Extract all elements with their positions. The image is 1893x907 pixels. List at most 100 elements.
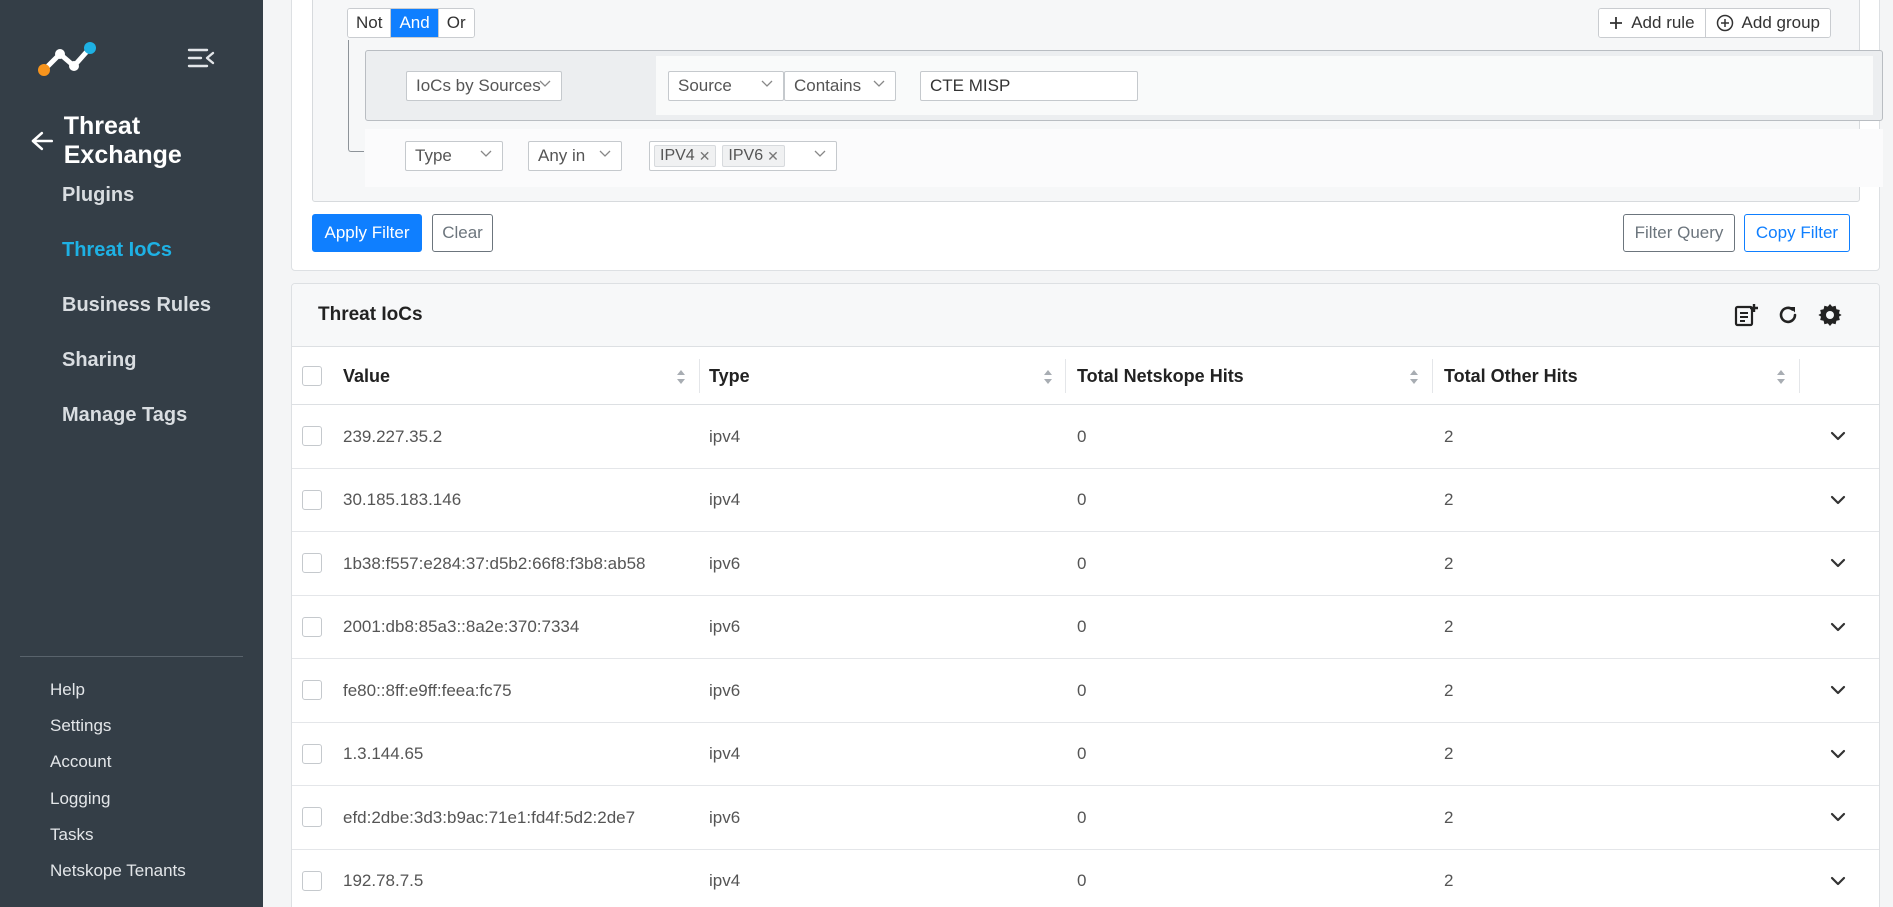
logic-operator-group: Not And Or xyxy=(347,8,475,38)
cell-type: ipv6 xyxy=(709,553,741,573)
tag-ipv6: IPV6 ✕ xyxy=(722,145,785,167)
row-checkbox[interactable] xyxy=(302,426,322,446)
column-header-value[interactable]: Value xyxy=(343,347,390,405)
cell-other-hits: 2 xyxy=(1444,490,1454,509)
refresh-icon[interactable] xyxy=(1774,301,1802,329)
field-select-type[interactable]: Type xyxy=(405,141,503,171)
table-row[interactable]: fe80::8ff:e9ff:feea:fc75 ipv6 0 2 xyxy=(292,659,1879,723)
sidebar-link-tasks[interactable]: Tasks xyxy=(0,817,263,853)
chevron-down-icon[interactable] xyxy=(1829,808,1847,826)
column-separator xyxy=(699,359,700,393)
row-checkbox[interactable] xyxy=(302,807,322,827)
column-header-total-other-hits[interactable]: Total Other Hits xyxy=(1444,347,1578,405)
table-row[interactable]: 1b38:f557:e284:37:d5b2:66f8:f3b8:ab58 ipv… xyxy=(292,532,1879,596)
column-separator xyxy=(1799,359,1800,393)
add-rule-button[interactable]: Add rule xyxy=(1599,9,1706,37)
cell-other-hits: 2 xyxy=(1444,807,1454,827)
type-multiselect[interactable]: IPV4 ✕ IPV6 ✕ xyxy=(649,141,837,171)
sort-icon[interactable] xyxy=(1409,368,1419,386)
sidebar-item-sharing[interactable]: Sharing xyxy=(0,333,263,388)
add-group-button[interactable]: Add group xyxy=(1705,9,1830,37)
select-all-checkbox[interactable] xyxy=(302,366,322,386)
export-icon[interactable] xyxy=(1732,301,1760,329)
row-checkbox[interactable] xyxy=(302,616,322,637)
column-header-type[interactable]: Type xyxy=(709,347,750,405)
table-row[interactable]: 2001:db8:85a3::8a2e:370:7334 ipv6 0 2 xyxy=(292,596,1879,659)
cell-type: ipv6 xyxy=(709,807,741,827)
plus-icon xyxy=(1610,17,1623,29)
field-select-value: IoCs by Sources xyxy=(416,76,541,95)
row-checkbox[interactable] xyxy=(302,870,322,891)
tag-label: IPV4 xyxy=(660,147,695,164)
cell-other-hits: 2 xyxy=(1444,553,1454,573)
cell-value: 2001:db8:85a3::8a2e:370:7334 xyxy=(343,617,580,636)
chevron-down-icon xyxy=(873,80,885,87)
sidebar-link-netskope-tenants[interactable]: Netskope Tenants xyxy=(0,853,263,889)
chevron-down-icon[interactable] xyxy=(1829,872,1847,890)
cell-value: efd:2dbe:3d3:b9ac:71e1:fd4f:5d2:2de7 xyxy=(343,807,636,827)
collapse-sidebar-icon[interactable] xyxy=(187,47,215,69)
apply-filter-button[interactable]: Apply Filter xyxy=(312,214,422,252)
chevron-down-icon[interactable] xyxy=(1829,745,1847,763)
sidebar-link-settings[interactable]: Settings xyxy=(0,708,263,744)
table-header-bar: Threat IoCs xyxy=(292,284,1879,347)
table-row[interactable]: 30.185.183.146 ipv4 0 2 xyxy=(292,469,1879,532)
table-title: Threat IoCs xyxy=(318,304,423,325)
table-column-headers: Value Type Total Netskope Hits Total Oth… xyxy=(292,347,1879,405)
not-toggle[interactable]: Not xyxy=(348,9,392,37)
table-row[interactable]: 192.78.7.5 ipv4 0 2 xyxy=(292,850,1879,907)
cell-type: ipv6 xyxy=(709,617,741,636)
remove-tag-icon[interactable]: ✕ xyxy=(767,148,779,165)
query-builder: Not And Or Add rule Add group IoCs by So… xyxy=(312,0,1883,202)
sidebar-link-logging[interactable]: Logging xyxy=(0,781,263,817)
row-checkbox[interactable] xyxy=(302,680,322,700)
and-toggle[interactable]: And xyxy=(391,9,439,37)
chevron-down-icon xyxy=(814,150,826,157)
sidebar-link-help[interactable]: Help xyxy=(0,672,263,708)
chevron-down-icon[interactable] xyxy=(1829,427,1847,445)
arrow-left-icon xyxy=(31,131,54,151)
remove-tag-icon[interactable]: ✕ xyxy=(699,148,711,165)
field-select-iocs-by-sources[interactable]: IoCs by Sources xyxy=(406,71,562,101)
tag-ipv4: IPV4 ✕ xyxy=(654,145,717,167)
or-toggle[interactable]: Or xyxy=(438,9,474,37)
operator-select-any-in[interactable]: Any in xyxy=(528,141,622,171)
subfield-select-value: Source xyxy=(678,76,732,95)
cell-other-hits: 2 xyxy=(1444,617,1454,636)
chevron-down-icon xyxy=(480,150,492,157)
copy-filter-button[interactable]: Copy Filter xyxy=(1744,214,1850,252)
chevron-down-icon xyxy=(539,80,551,87)
sidebar-link-account[interactable]: Account xyxy=(0,744,263,780)
column-header-total-netskope-hits[interactable]: Total Netskope Hits xyxy=(1077,347,1244,405)
back-link[interactable]: Threat Exchange xyxy=(30,112,263,170)
cell-value: 192.78.7.5 xyxy=(343,871,424,890)
clear-button[interactable]: Clear xyxy=(432,214,493,252)
chevron-down-icon[interactable] xyxy=(1829,618,1847,636)
chevron-down-icon[interactable] xyxy=(1829,554,1847,572)
threat-iocs-table-card: Threat IoCs Value Type Total Netskope Hi… xyxy=(291,283,1880,907)
sidebar-nav: Plugins Threat IoCs Business Rules Shari… xyxy=(0,168,263,443)
sort-icon[interactable] xyxy=(1776,368,1786,386)
chevron-down-icon[interactable] xyxy=(1829,491,1847,509)
sidebar-item-threat-iocs[interactable]: Threat IoCs xyxy=(0,223,263,278)
row-checkbox[interactable] xyxy=(302,553,322,573)
sort-icon[interactable] xyxy=(676,368,686,386)
settings-gear-icon[interactable] xyxy=(1816,301,1844,329)
subfield-select-source[interactable]: Source xyxy=(668,71,784,101)
sidebar-item-plugins[interactable]: Plugins xyxy=(0,168,263,223)
operator-select-contains[interactable]: Contains xyxy=(784,71,896,101)
sidebar-item-business-rules[interactable]: Business Rules xyxy=(0,278,263,333)
table-row[interactable]: efd:2dbe:3d3:b9ac:71e1:fd4f:5d2:2de7 ipv6… xyxy=(292,786,1879,850)
source-value-input[interactable]: CTE MISP xyxy=(920,71,1138,101)
type-select-value: Type xyxy=(415,146,452,165)
chevron-down-icon[interactable] xyxy=(1829,681,1847,699)
row-checkbox[interactable] xyxy=(302,489,322,510)
row-checkbox[interactable] xyxy=(302,743,322,764)
sidebar-item-manage-tags[interactable]: Manage Tags xyxy=(0,388,263,443)
cell-netskope-hits: 0 xyxy=(1077,807,1087,827)
table-row[interactable]: 1.3.144.65 ipv4 0 2 xyxy=(292,723,1879,786)
sort-icon[interactable] xyxy=(1043,368,1053,386)
filter-query-button[interactable]: Filter Query xyxy=(1623,214,1735,252)
cell-other-hits: 2 xyxy=(1444,871,1454,890)
table-row[interactable]: 239.227.35.2 ipv4 0 2 xyxy=(292,405,1879,469)
